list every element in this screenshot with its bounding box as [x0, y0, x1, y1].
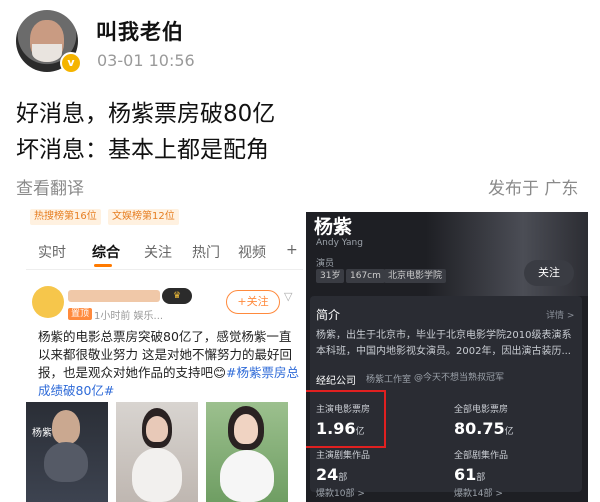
person-figure	[44, 442, 88, 482]
chevron-down-icon[interactable]: ▽	[284, 290, 292, 303]
post-text-line-1: 好消息，杨紫票房破80亿	[16, 101, 276, 127]
member-crown-icon: ♛	[162, 288, 192, 304]
embedded-image-right[interactable]: 杨紫 Andy Yang 演员 31岁 167cm 北京电影学院 关注 简介 详…	[306, 212, 588, 502]
company-label: 经纪公司	[316, 376, 356, 387]
person-figure	[234, 414, 258, 444]
star-english-name: Andy Yang	[316, 238, 363, 248]
person-figure	[220, 450, 274, 502]
image-thumbnail[interactable]	[206, 402, 288, 502]
hot-tag: 文娱榜第12位	[108, 209, 179, 225]
translate-link[interactable]: 查看翻译	[16, 174, 84, 199]
post-location: 发布于 广东	[488, 179, 579, 199]
tab-comprehensive[interactable]: 综合	[92, 242, 120, 262]
hot-tag: 热搜榜第16位	[30, 209, 101, 225]
intro-heading: 简介	[316, 308, 341, 322]
stat-label: 主演剧集作品	[316, 451, 371, 461]
person-figure	[146, 416, 168, 442]
highlight-box	[306, 390, 386, 448]
person-figure	[52, 410, 80, 444]
stat-unit: 部	[338, 473, 348, 483]
stat-lead-tv-works[interactable]: 主演剧集作品 24部 爆款10部 >	[316, 448, 370, 499]
star-info-chips: 31岁 167cm 北京电影学院	[316, 269, 466, 285]
poster-avatar[interactable]	[32, 286, 64, 318]
stat-sub: 爆款14部 >	[454, 489, 503, 499]
embedded-image-left[interactable]: 热搜榜第16位 文娱榜第12位 实时 综合 关注 热门 视频 + ♛ 置顶 1小…	[26, 206, 303, 502]
emoji-icon: 😊	[213, 365, 227, 380]
image-thumbnail[interactable]	[116, 402, 198, 502]
divider	[26, 269, 303, 270]
tab-add[interactable]: +	[286, 242, 298, 258]
follow-button[interactable]: +关注	[226, 290, 280, 314]
stat-label: 全部剧集作品	[454, 451, 509, 461]
stat-unit: 亿	[504, 427, 514, 437]
post-text-line-2: 坏消息：基本上都是配角	[16, 137, 269, 163]
tab-hot[interactable]: 热门	[192, 242, 220, 262]
stat-label: 全部电影票房	[454, 405, 509, 415]
person-figure	[132, 448, 182, 502]
feed-tabs: 实时 综合 关注 热门 视频 +	[34, 242, 303, 267]
post-meta: 1小时前 娱乐...	[94, 311, 164, 322]
stat-all-movie-boxoffice: 全部电影票房 80.75亿	[454, 402, 514, 438]
star-role: 演员	[316, 259, 335, 269]
stat-value: 24	[316, 465, 339, 484]
tab-video[interactable]: 视频	[238, 242, 266, 262]
star-bio: 杨紫，出生于北京市，毕业于北京电影学院2010级表演系本科班，中国内地影视女演员…	[316, 330, 572, 357]
tab-realtime[interactable]: 实时	[38, 242, 66, 262]
info-chip: 北京电影学院	[384, 269, 447, 283]
details-link[interactable]: 详情 >	[546, 308, 574, 321]
embedded-post-text: 杨紫的电影总票房突破80亿了，感觉杨紫一直以来都很敬业努力 这是对她不懈努力的最…	[38, 328, 300, 400]
watermark-text: @今天不想当熟叔冠军	[414, 373, 505, 383]
poster-name-redacted	[68, 290, 160, 302]
company-value: 杨紫工作室	[366, 375, 412, 385]
verified-badge-icon: v	[60, 52, 82, 74]
stat-all-tv-works[interactable]: 全部剧集作品 61部 爆款14部 >	[454, 448, 508, 499]
stat-unit: 部	[476, 473, 486, 483]
stat-value: 80.75	[454, 419, 505, 438]
active-tab-indicator	[94, 264, 112, 267]
hot-tags-bar: 热搜榜第16位 文娱榜第12位	[26, 206, 303, 226]
thumbnail-label: 杨紫	[32, 428, 52, 439]
star-name: 杨紫	[314, 216, 353, 238]
tab-follow[interactable]: 关注	[144, 242, 172, 262]
post-timestamp: 03-01 10:56	[97, 51, 195, 70]
info-chip: 31岁	[316, 269, 345, 283]
image-thumbnail[interactable]: 杨紫	[26, 402, 108, 502]
follow-star-button[interactable]: 关注	[524, 260, 574, 286]
info-chip: 167cm	[346, 269, 385, 283]
username[interactable]: 叫我老伯	[96, 16, 184, 46]
avatar-beard	[32, 44, 62, 62]
pinned-badge: 置顶	[68, 308, 93, 320]
stat-sub: 爆款10部 >	[316, 489, 365, 499]
stat-value: 61	[454, 465, 477, 484]
